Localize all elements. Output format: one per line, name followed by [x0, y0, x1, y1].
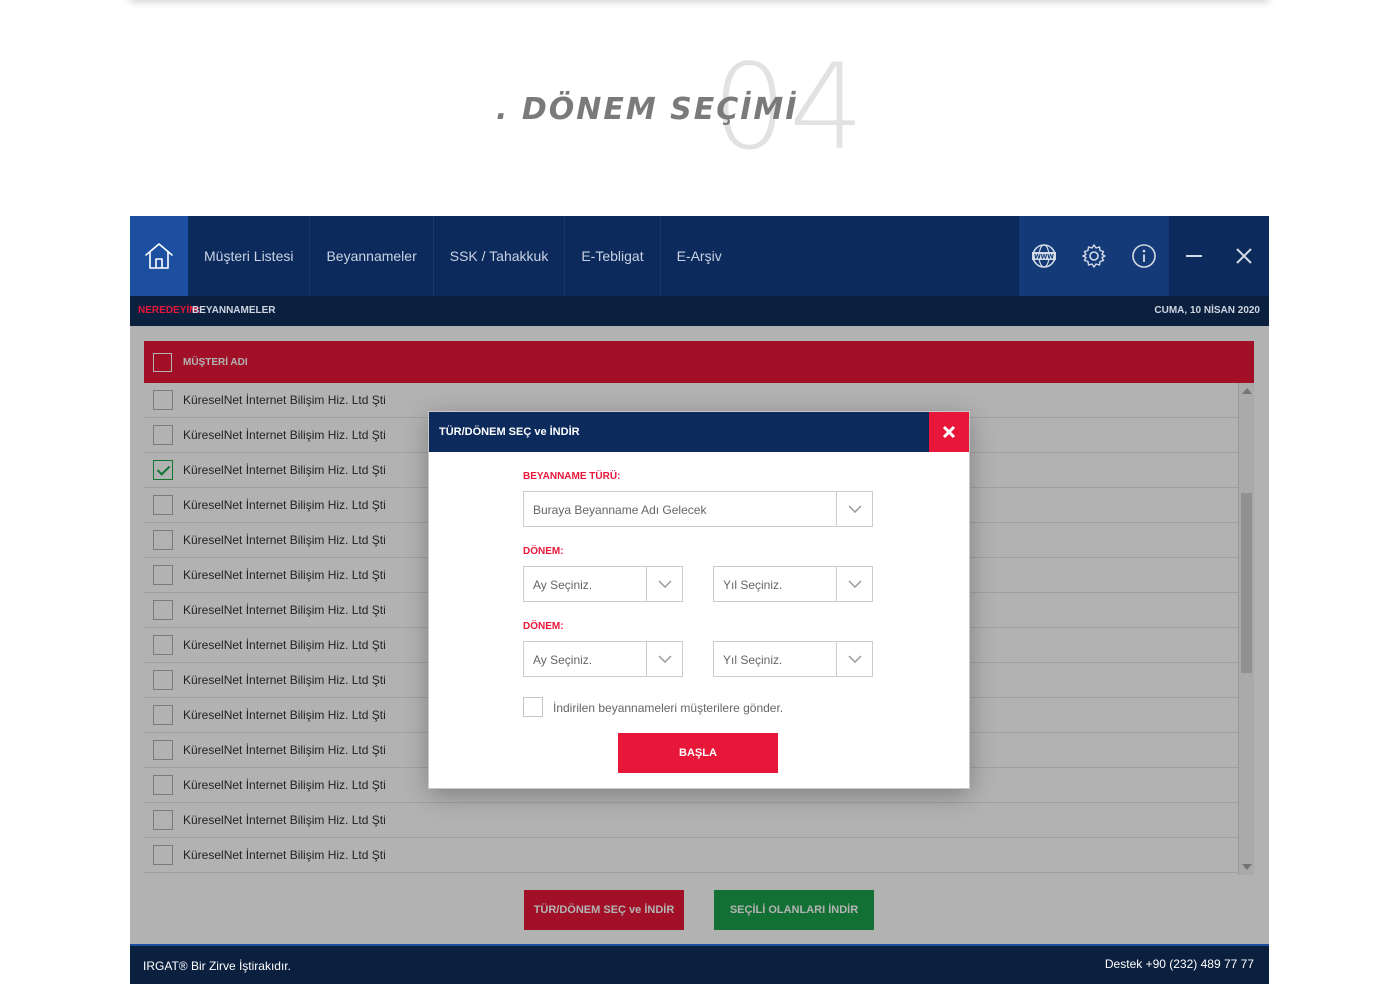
year-value-1: Yıl Seçiniz.: [723, 578, 783, 592]
breadcrumb-current[interactable]: BEYANNAMELER: [192, 305, 276, 316]
chevron-down-icon: [847, 580, 862, 588]
chevron-down-icon: [847, 505, 862, 513]
settings-button[interactable]: [1069, 216, 1119, 296]
start-button[interactable]: BAŞLA: [618, 733, 778, 773]
nav-item-e-tebligat[interactable]: E-Tebligat: [565, 216, 661, 296]
footer: IRGAT® Bir Zirve İştirakıdır. Destek +90…: [130, 944, 1269, 984]
declaration-type-label: BEYANNAME TÜRÜ:: [523, 471, 621, 482]
nav-item-musteri-listesi[interactable]: Müşteri Listesi: [188, 216, 311, 296]
minimize-icon: [1186, 255, 1202, 257]
svg-text:WWW: WWW: [1034, 254, 1054, 261]
app-window: Müşteri Listesi Beyannameler SSK / Tahak…: [130, 216, 1269, 984]
modal-header: TÜR/DÖNEM SEÇ ve İNDİR: [429, 412, 969, 452]
modal-close-button[interactable]: [929, 412, 969, 452]
close-icon: [1236, 248, 1252, 264]
home-button[interactable]: [130, 216, 188, 296]
hero-section: 04 . DÖNEM SEÇİMİ: [0, 40, 1400, 180]
year-select-1[interactable]: Yıl Seçiniz.: [713, 566, 873, 602]
gear-icon: [1082, 244, 1106, 268]
chevron-down-icon: [657, 580, 672, 588]
nav-item-beyannameler[interactable]: Beyannameler: [310, 216, 434, 296]
web-button[interactable]: WWW: [1019, 216, 1069, 296]
section-title: . DÖNEM SEÇİMİ: [496, 92, 799, 127]
chevron-down-icon: [657, 655, 672, 663]
minimize-button[interactable]: [1169, 216, 1219, 296]
info-button[interactable]: [1119, 216, 1169, 296]
declaration-type-value: Buraya Beyanname Adı Gelecek: [533, 503, 707, 517]
navbar: Müşteri Listesi Beyannameler SSK / Tahak…: [130, 216, 1269, 296]
year-value-2: Yıl Seçiniz.: [723, 653, 783, 667]
breadcrumb: NEREDEYİM: BEYANNAMELER CUMA, 10 NİSAN 2…: [130, 296, 1269, 326]
footer-support-phone[interactable]: Destek +90 (232) 489 77 77: [1105, 957, 1254, 971]
month-select-2[interactable]: Ay Seçiniz.: [523, 641, 683, 677]
period-label-1: DÖNEM:: [523, 546, 564, 557]
info-icon: [1132, 244, 1156, 268]
home-icon: [145, 243, 173, 269]
send-to-customers-label[interactable]: İndirilen beyannameleri müşterilere gönd…: [553, 701, 783, 715]
month-value-1: Ay Seçiniz.: [533, 578, 593, 592]
send-to-customers-checkbox[interactable]: [523, 697, 543, 717]
nav-menu: Müşteri Listesi Beyannameler SSK / Tahak…: [188, 216, 738, 296]
period-label-2: DÖNEM:: [523, 621, 564, 632]
month-value-2: Ay Seçiniz.: [533, 653, 593, 667]
year-select-2[interactable]: Yıl Seçiniz.: [713, 641, 873, 677]
current-date: CUMA, 10 NİSAN 2020: [1154, 305, 1260, 316]
close-button[interactable]: [1219, 216, 1269, 296]
month-select-1[interactable]: Ay Seçiniz.: [523, 566, 683, 602]
chevron-down-icon: [847, 655, 862, 663]
close-icon: [942, 425, 956, 439]
declaration-type-select[interactable]: Buraya Beyanname Adı Gelecek: [523, 491, 873, 527]
nav-item-ssk-tahakkuk[interactable]: SSK / Tahakkuk: [434, 216, 566, 296]
modal-title: TÜR/DÖNEM SEÇ ve İNDİR: [439, 426, 580, 438]
globe-www-icon: WWW: [1032, 244, 1056, 268]
window-controls: WWW: [1019, 216, 1269, 296]
period-select-modal: TÜR/DÖNEM SEÇ ve İNDİR BEYANNAME TÜRÜ: B…: [429, 412, 969, 788]
footer-company-text: IRGAT® Bir Zirve İştirakıdır.: [143, 959, 291, 973]
nav-item-e-arsiv[interactable]: E-Arşiv: [661, 216, 738, 296]
